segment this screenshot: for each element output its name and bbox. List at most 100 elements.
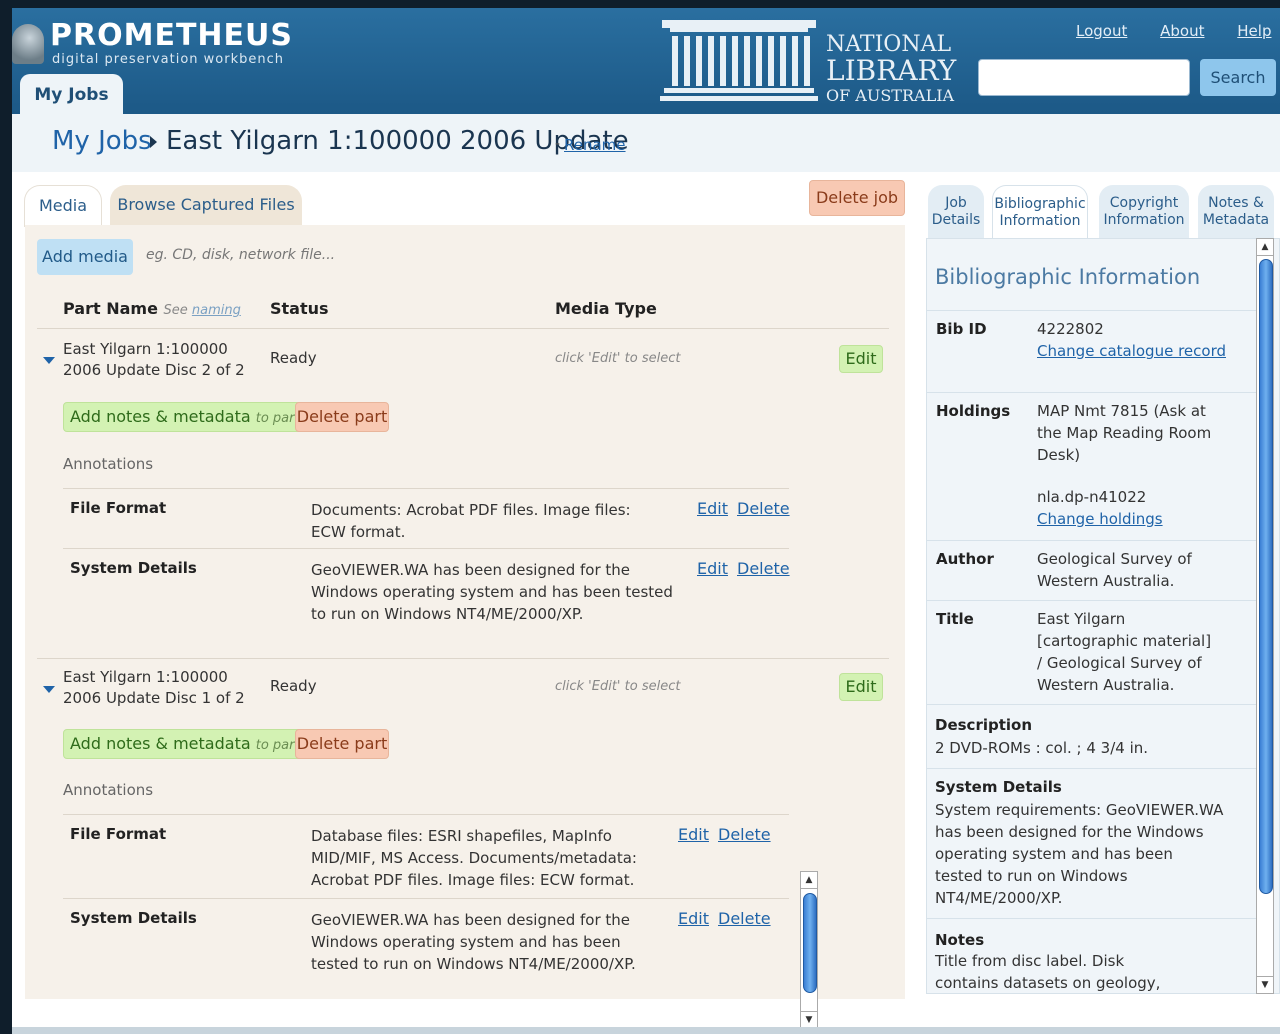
divider — [927, 600, 1261, 601]
annotation-edit-link[interactable]: Edit — [697, 499, 728, 518]
collapse-triangle-icon[interactable] — [43, 357, 55, 364]
footer-divider — [12, 1027, 1280, 1034]
annotation-value: Documents: Acrobat PDF files. Image file… — [311, 501, 631, 541]
add-notes-metadata-button[interactable]: Add notes & metadata to part — [63, 402, 307, 432]
tab-notes-metadata[interactable]: Notes & Metadata — [1198, 185, 1274, 239]
annotation-row: System Details GeoVIEWER.WA has been des… — [63, 548, 790, 638]
search-input[interactable] — [978, 59, 1190, 96]
annotation-edit-link[interactable]: Edit — [697, 559, 728, 578]
to-part-label: to part — [255, 411, 300, 426]
tab-job-details[interactable]: Job Details — [928, 185, 984, 239]
about-link[interactable]: About — [1160, 22, 1204, 40]
annotation-row: File Format Documents: Acrobat PDF files… — [63, 488, 790, 548]
delete-part-button[interactable]: Delete part — [295, 729, 389, 759]
scroll-down-arrow-icon[interactable]: ▼ — [1256, 976, 1274, 994]
bib-id-label: Bib ID — [936, 320, 987, 338]
naming-link[interactable]: naming — [192, 303, 241, 318]
annotation-delete-link[interactable]: Delete — [718, 909, 771, 928]
column-status: Status — [270, 299, 329, 318]
holdings-value: MAP Nmt 7815 (Ask at the Map Reading Roo… — [1037, 400, 1227, 530]
scrollbar-track[interactable] — [1256, 256, 1274, 976]
main-content: Media Browse Captured Files Delete job A… — [12, 172, 1280, 1034]
tab-copyright-information[interactable]: Copyright Information — [1099, 185, 1189, 239]
nla-line3: OF AUSTRALIA — [826, 86, 955, 105]
column-part-name-label: Part Name — [63, 299, 158, 318]
bib-id: 4222802 — [1037, 320, 1104, 338]
change-holdings-link[interactable]: Change holdings — [1037, 510, 1163, 528]
scrollbar-track[interactable] — [800, 889, 818, 1011]
holdings-label: Holdings — [936, 402, 1011, 420]
part-edit-button[interactable]: Edit — [839, 345, 883, 373]
annotation-row: File Format Database files: ESRI shapefi… — [63, 814, 789, 898]
column-part-name: Part Name See naming — [63, 299, 241, 318]
author-value: Geological Survey of Western Australia. — [1037, 550, 1192, 590]
tab-bib-line2: Information — [999, 213, 1081, 229]
collapse-triangle-icon[interactable] — [43, 686, 55, 693]
annotation-edit-link[interactable]: Edit — [678, 909, 709, 928]
logout-link[interactable]: Logout — [1076, 22, 1127, 40]
description-value: 2 DVD-ROMs : col. ; 4 3/4 in. — [935, 739, 1149, 757]
part-edit-button[interactable]: Edit — [839, 673, 883, 701]
divider — [927, 704, 1261, 705]
annotation-delete-link[interactable]: Delete — [737, 559, 790, 578]
tab-notes-line1: Notes & — [1208, 195, 1264, 211]
tab-browse-captured-files[interactable]: Browse Captured Files — [110, 185, 302, 225]
description-label: Description — [935, 716, 1033, 734]
breadcrumb-my-jobs[interactable]: My Jobs — [52, 126, 152, 156]
title-dash: - — [555, 136, 561, 152]
column-media-type: Media Type — [555, 299, 657, 318]
part-media-type: click 'Edit' to select — [555, 679, 681, 694]
part-name: East Yilgarn 1:100000 2006 Update Disc 1… — [63, 668, 245, 707]
media-part: East Yilgarn 1:100000 2006 Update Disc 2… — [37, 329, 889, 659]
helmet-icon — [12, 24, 44, 64]
notes-label: Notes — [935, 931, 985, 949]
to-part-label: to part — [255, 738, 300, 753]
inner-scrollbar[interactable]: ▲ ▼ — [800, 871, 818, 1029]
divider — [927, 918, 1261, 919]
search-button[interactable]: Search — [1200, 59, 1276, 96]
delete-job-button[interactable]: Delete job — [809, 180, 905, 216]
header: PROMETHEUS digital preservation workbenc… — [12, 8, 1280, 172]
annotation-value: GeoVIEWER.WA has been designed for the W… — [311, 911, 636, 973]
annotation-delete-link[interactable]: Delete — [718, 825, 771, 844]
annotation-label: File Format — [70, 499, 167, 517]
add-notes-metadata-button[interactable]: Add notes & metadata to part — [63, 729, 307, 759]
part-status: Ready — [270, 677, 317, 695]
add-media-hint: eg. CD, disk, network file... — [146, 247, 336, 263]
divider — [927, 310, 1261, 311]
part-media-type: click 'Edit' to select — [555, 351, 681, 366]
scroll-up-arrow-icon[interactable]: ▲ — [800, 871, 818, 889]
breadcrumb-arrow-icon — [150, 136, 157, 148]
notes-value: Title from disc label. Disk contains dat… — [935, 952, 1161, 992]
scroll-up-arrow-icon[interactable]: ▲ — [1256, 238, 1274, 256]
annotation-row: System Details GeoVIEWER.WA has been des… — [63, 898, 789, 978]
tab-bib-line1: Bibliographic — [994, 196, 1086, 212]
app-name: PROMETHEUS — [50, 18, 293, 53]
media-part: East Yilgarn 1:100000 2006 Update Disc 1… — [37, 659, 889, 999]
tab-job-details-line2: Details — [931, 212, 981, 228]
system-details-label: System Details — [935, 778, 1062, 796]
tab-my-jobs[interactable]: My Jobs — [20, 74, 123, 116]
annotation-edit-link[interactable]: Edit — [678, 825, 709, 844]
tab-media[interactable]: Media — [24, 185, 102, 227]
author-label: Author — [936, 550, 994, 568]
annotations-label: Annotations — [63, 455, 154, 473]
tab-job-details-line1: Job — [945, 195, 967, 211]
bibliographic-title: Bibliographic Information — [935, 265, 1201, 289]
tab-bibliographic-information[interactable]: Bibliographic Information — [992, 185, 1088, 239]
bibliographic-scrollbar[interactable]: ▲ ▼ — [1256, 238, 1274, 994]
see-label: See — [163, 303, 188, 318]
nla-logo: NATIONAL LIBRARY OF AUSTRALIA — [660, 16, 960, 106]
tab-copyright-line1: Copyright — [1109, 195, 1179, 211]
add-notes-label: Add notes & metadata — [70, 407, 251, 426]
help-link[interactable]: Help — [1237, 22, 1271, 40]
annotation-delete-link[interactable]: Delete — [737, 499, 790, 518]
change-catalogue-link[interactable]: Change catalogue record — [1037, 342, 1226, 360]
library-building-icon — [660, 20, 818, 101]
scrollbar-thumb[interactable] — [803, 893, 817, 993]
scrollbar-thumb[interactable] — [1259, 259, 1273, 894]
rename-link[interactable]: Rename — [564, 136, 626, 154]
add-media-button[interactable]: Add media — [37, 239, 133, 275]
delete-part-button[interactable]: Delete part — [295, 402, 389, 432]
divider — [927, 768, 1261, 769]
